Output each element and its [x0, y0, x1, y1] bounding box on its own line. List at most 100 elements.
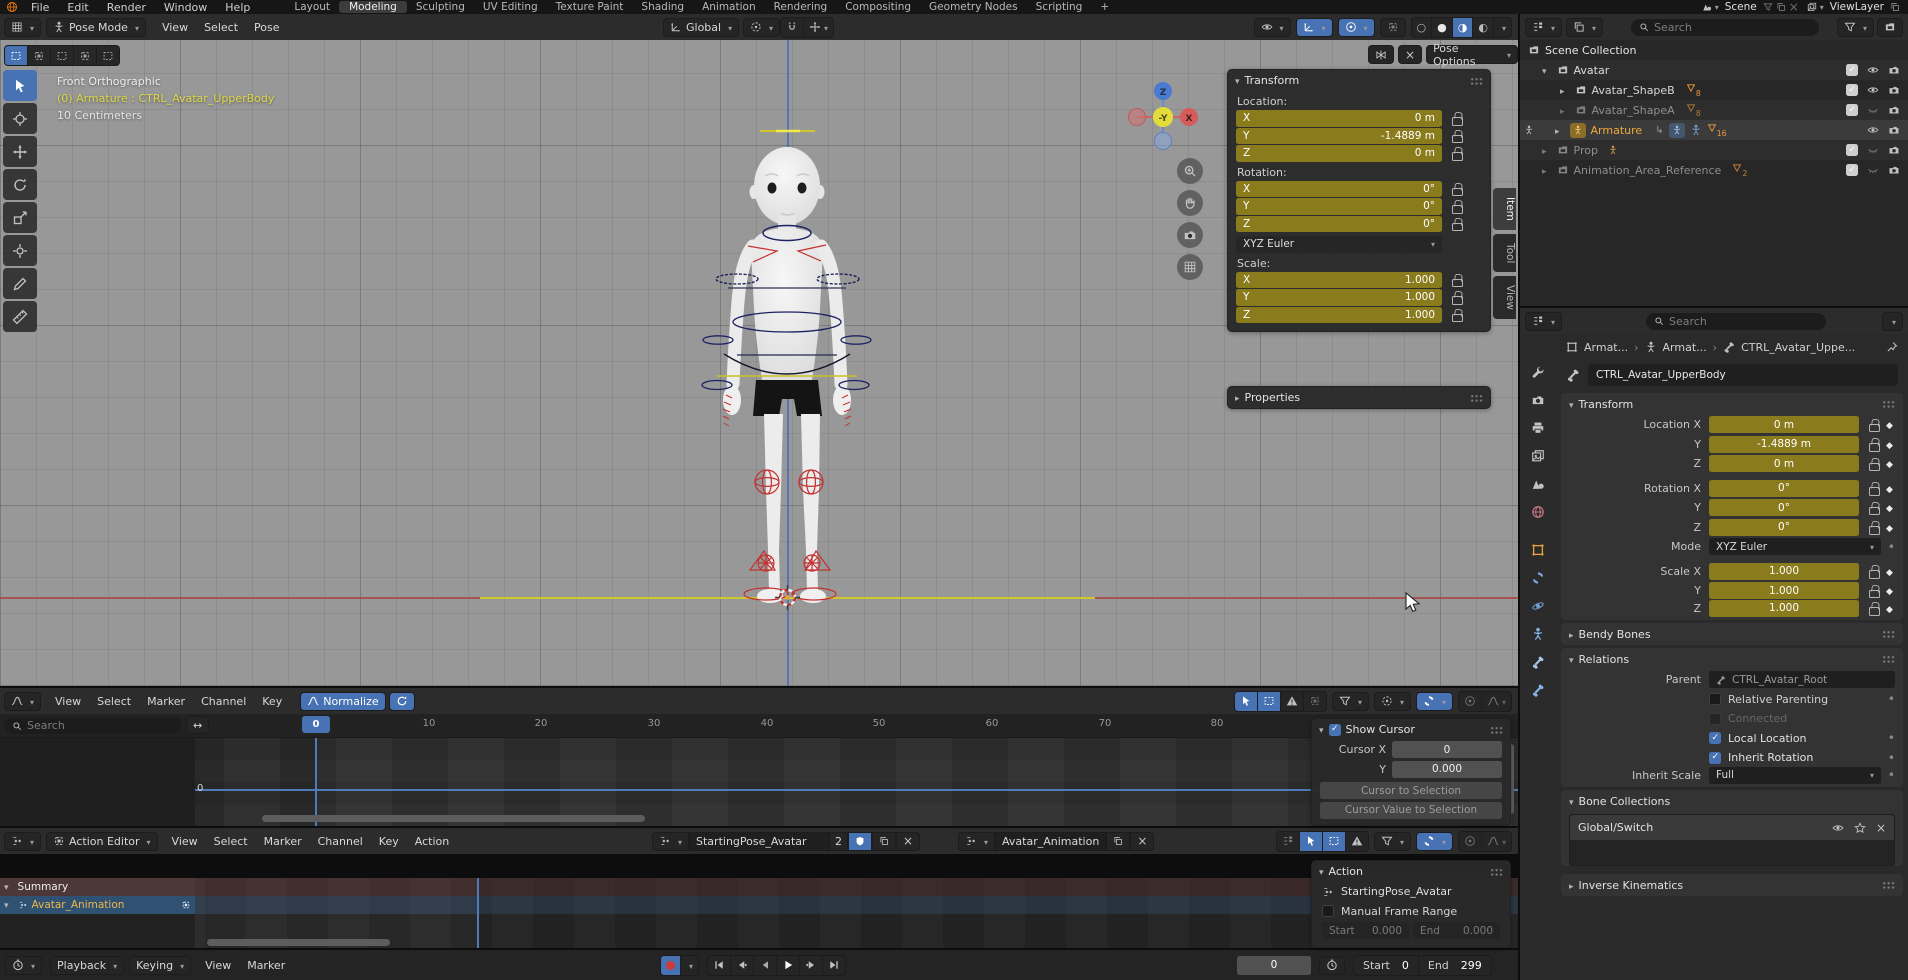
npanel-properties-collapsed[interactable]: Properties — [1227, 386, 1491, 409]
editor-type-button-3d[interactable] — [4, 18, 41, 37]
menu-window[interactable]: Window — [155, 1, 216, 14]
gizmos-button[interactable] — [1296, 18, 1333, 37]
animate-dot[interactable] — [1888, 751, 1895, 765]
editor-type-button-graph[interactable] — [4, 692, 41, 711]
insert-key-circle-button[interactable] — [1459, 692, 1482, 711]
panel-drag-handle[interactable] — [1490, 726, 1503, 734]
hide-eye-icon[interactable] — [1867, 124, 1879, 136]
hide-eye-closed-icon[interactable] — [1867, 104, 1879, 116]
keyframe-diamond[interactable] — [1886, 457, 1893, 470]
collection-solo-star-icon[interactable] — [1854, 822, 1866, 834]
shading-material-button[interactable]: ◑ — [1453, 18, 1474, 37]
hide-eye-closed-icon[interactable] — [1867, 144, 1879, 156]
collection-remove-icon[interactable] — [1876, 821, 1886, 835]
exclude-checkbox[interactable] — [1846, 144, 1858, 156]
rotation-y-field[interactable]: Y0° — [1236, 198, 1442, 215]
lock-icon[interactable] — [1450, 218, 1462, 230]
tab-scene[interactable] — [1520, 470, 1556, 498]
graph-menu-select[interactable]: Select — [89, 695, 139, 708]
show-cursor-checkbox[interactable] — [1329, 724, 1341, 736]
expand-channels-button[interactable]: ↔ — [186, 716, 209, 734]
show-errors-button[interactable] — [1346, 832, 1368, 851]
overlays-button[interactable] — [1338, 18, 1375, 37]
rotation-mode-dropdown[interactable]: XYZ Euler — [1709, 538, 1881, 555]
panel-drag-handle[interactable] — [1882, 655, 1895, 663]
easing-curve-button[interactable] — [1482, 692, 1511, 711]
tool-scale-button[interactable] — [3, 202, 37, 233]
npanel-transform-header[interactable]: Transform — [1228, 70, 1490, 91]
prev-frame-button[interactable] — [754, 956, 777, 975]
tab-view-layer[interactable] — [1520, 442, 1556, 470]
lock-icon[interactable] — [1450, 183, 1462, 195]
ghost-curves-button[interactable] — [1304, 692, 1326, 711]
workspace-tab-texture-paint[interactable]: Texture Paint — [547, 1, 633, 13]
exclude-checkbox[interactable] — [1846, 84, 1858, 96]
keyframe-diamond[interactable] — [1886, 602, 1893, 615]
tab-object-data[interactable] — [1520, 620, 1556, 648]
hide-eye-icon[interactable] — [1867, 64, 1879, 76]
location-y-field[interactable]: Y-1.4889 m — [1236, 128, 1442, 145]
xray-toggle-button[interactable] — [1380, 18, 1406, 37]
layered-anim-button[interactable] — [1277, 832, 1300, 851]
properties-editor-type-button[interactable] — [1525, 312, 1562, 331]
lock-icon[interactable] — [1450, 147, 1462, 159]
graph-menu-channel[interactable]: Channel — [193, 695, 254, 708]
render-camera-icon[interactable] — [1888, 144, 1900, 156]
inverse-kinematics-panel[interactable]: Inverse Kinematics — [1561, 874, 1903, 896]
action-name-field[interactable]: StartingPose_Avatar — [689, 832, 829, 851]
graph-channel-region[interactable] — [0, 738, 195, 826]
tab-object[interactable] — [1520, 536, 1556, 564]
inherit-rotation-checkbox[interactable] — [1709, 752, 1721, 764]
parent-field[interactable]: CTRL_Avatar_Root — [1709, 671, 1895, 688]
lock-icon[interactable] — [1867, 602, 1879, 614]
render-camera-icon[interactable] — [1888, 64, 1900, 76]
graph-filter-dropdown[interactable] — [1332, 692, 1369, 711]
bone-scale-y-field[interactable]: 1.000 — [1709, 582, 1859, 599]
editor-type-button-dopesheet[interactable] — [4, 832, 41, 851]
render-camera-icon[interactable] — [1888, 124, 1900, 136]
bendy-bones-panel[interactable]: Bendy Bones — [1561, 623, 1903, 645]
workspace-tab-modeling[interactable]: Modeling — [339, 1, 407, 13]
show-hidden-button[interactable] — [1323, 832, 1346, 851]
action-browse-button[interactable] — [652, 832, 689, 851]
local-location-checkbox[interactable] — [1709, 732, 1721, 744]
render-camera-icon[interactable] — [1888, 84, 1900, 96]
viewlayer-browse-chevron[interactable] — [1817, 1, 1824, 13]
insert-key-circle-button[interactable] — [1459, 832, 1482, 851]
bone-scale-z-field[interactable]: 1.000 — [1709, 600, 1859, 617]
next-keyframe-button[interactable] — [800, 956, 823, 975]
tool-move-button[interactable] — [3, 136, 37, 167]
graph-editor-canvas[interactable]: 0 — [0, 738, 1518, 826]
collection-visible-icon[interactable] — [1832, 822, 1844, 834]
outliner-display-mode-button[interactable] — [1525, 18, 1562, 37]
outliner-row-armature[interactable]: Armature ↳ 16 — [1520, 120, 1908, 140]
panel-drag-handle[interactable] — [1490, 868, 1503, 876]
hide-eye-icon[interactable] — [1867, 84, 1879, 96]
jump-to-end-button[interactable] — [823, 956, 845, 975]
auto-keyframe-button[interactable] — [661, 956, 681, 975]
action-unlink-button[interactable] — [896, 832, 920, 851]
transform-panel-header[interactable]: Transform — [1561, 393, 1903, 415]
viewport-menu-pose[interactable]: Pose — [246, 21, 287, 34]
only-selected-button[interactable] — [1235, 692, 1258, 711]
start-frame-field[interactable]: Start0 — [1354, 956, 1419, 975]
end-frame-field[interactable]: End299 — [1419, 956, 1491, 975]
shading-rendered-button[interactable]: ◐ — [1473, 18, 1494, 37]
breadcrumb-bone[interactable]: CTRL_Avatar_Uppe... — [1741, 341, 1855, 354]
action-start-field[interactable]: Start0.000 — [1322, 922, 1409, 939]
inherit-scale-dropdown[interactable]: Full — [1709, 767, 1881, 784]
dope-filter-dropdown[interactable] — [1374, 832, 1411, 851]
bone-icon[interactable] — [1723, 341, 1735, 353]
tab-physics[interactable] — [1520, 592, 1556, 620]
workspace-tab-geometry-nodes[interactable]: Geometry Nodes — [920, 1, 1027, 13]
pivot-point-button[interactable] — [743, 18, 780, 37]
panel-drag-handle[interactable] — [1470, 77, 1483, 85]
outliner-row-avatar-shapea[interactable]: Avatar_ShapeA 8 — [1520, 100, 1908, 120]
rotation-z-field[interactable]: Z0° — [1236, 216, 1442, 233]
show-errors-button[interactable] — [1281, 692, 1304, 711]
tab-tool[interactable] — [1520, 358, 1556, 386]
scene-copy-icon[interactable] — [1776, 2, 1786, 12]
keyframe-diamond[interactable] — [1886, 501, 1893, 514]
workspace-tab-layout[interactable]: Layout — [285, 1, 339, 13]
object-visibility-button[interactable] — [1254, 18, 1291, 37]
